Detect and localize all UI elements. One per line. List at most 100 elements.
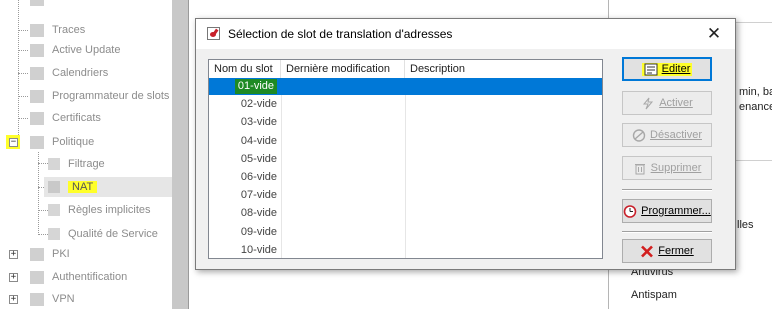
dialog-titlebar[interactable]: Sélection de slot de translation d'adres…: [196, 19, 735, 49]
slot-name: 01-vide: [234, 79, 277, 94]
tree-item-calendriers[interactable]: Calendriers: [30, 63, 108, 83]
description-cell: [409, 242, 599, 258]
close-icon[interactable]: ✕: [701, 23, 727, 45]
activate-button[interactable]: Activer: [622, 91, 712, 115]
slot-name: 04-vide: [240, 134, 277, 147]
schedule-button[interactable]: Programmer...: [622, 199, 712, 223]
last-modified-cell: [285, 114, 403, 131]
tree-item-certificats[interactable]: Certificats: [30, 108, 101, 128]
slot-name-cell: 02-vide: [209, 96, 281, 113]
slot-name-cell: 04-vide: [209, 133, 281, 150]
tree-item-traces[interactable]: Traces: [30, 20, 85, 40]
slot-name-cell: 03-vide: [209, 114, 281, 131]
tree-item-politique[interactable]: Politique: [30, 132, 94, 152]
table-row[interactable]: 03-vide: [209, 114, 602, 131]
last-modified-cell: [285, 205, 403, 222]
table-row[interactable]: 06-vide: [209, 169, 602, 186]
filter-icon: [48, 158, 60, 170]
table-row[interactable]: 02-vide: [209, 96, 602, 113]
last-modified-cell: [285, 169, 403, 186]
slot-selection-dialog: Sélection de slot de translation d'adres…: [195, 18, 736, 270]
tree-item-regles-implicites[interactable]: Règles implicites: [48, 200, 151, 220]
qos-icon: [48, 228, 60, 240]
app-icon: [207, 27, 220, 40]
right-panel-text: lles: [737, 219, 754, 231]
description-cell: [409, 151, 599, 168]
tree-item-pki[interactable]: PKI: [30, 244, 70, 264]
folder-icon: [30, 89, 44, 103]
list-header: Nom du slot Dernière modification Descri…: [209, 60, 602, 78]
tree-connector: [38, 152, 39, 235]
column-header-slot-name[interactable]: Nom du slot: [209, 60, 281, 78]
tree-connector: [38, 234, 48, 235]
deactivate-icon: [632, 128, 646, 142]
slot-name-cell: 07-vide: [209, 187, 281, 204]
slot-name-cell: 08-vide: [209, 205, 281, 222]
expand-icon[interactable]: +: [9, 250, 18, 259]
tree-item-nat[interactable]: NAT: [48, 177, 98, 197]
slot-list[interactable]: Nom du slot Dernière modification Descri…: [208, 59, 603, 259]
table-row[interactable]: 04-vide: [209, 133, 602, 150]
table-row[interactable]: 05-vide: [209, 151, 602, 168]
description-cell: [409, 224, 599, 241]
last-modified-cell: [285, 242, 403, 258]
folder-icon: [30, 135, 44, 149]
last-modified-cell: [285, 78, 403, 95]
tree-connector: [18, 30, 28, 31]
last-modified-cell: [285, 151, 403, 168]
nat-icon: [48, 181, 60, 193]
edit-button[interactable]: Editer: [622, 57, 712, 81]
right-panel-text: enance,: [739, 101, 772, 113]
tree-connector: [38, 163, 48, 164]
activate-icon: [641, 97, 655, 110]
tree-scrollbar[interactable]: [172, 0, 188, 309]
deactivate-button[interactable]: Désactiver: [622, 123, 712, 147]
folder-icon: [30, 23, 44, 37]
table-row[interactable]: 09-vide: [209, 224, 602, 241]
slot-name: 03-vide: [240, 116, 277, 129]
close-button[interactable]: Fermer: [622, 239, 712, 263]
description-cell: [409, 187, 599, 204]
slot-name: 07-vide: [240, 189, 277, 202]
description-cell: [409, 114, 599, 131]
folder-icon: [30, 270, 44, 284]
antispam-label: Antispam: [631, 289, 677, 301]
tree-item-vpn[interactable]: VPN: [30, 289, 75, 309]
tree-item-authentification[interactable]: Authentification: [30, 267, 127, 287]
table-row[interactable]: 01-vide: [209, 78, 602, 95]
tree-item-filtrage[interactable]: Filtrage: [48, 154, 105, 174]
folder-icon: [30, 292, 44, 306]
description-cell: [409, 96, 599, 113]
table-row[interactable]: 08-vide: [209, 205, 602, 222]
column-header-last-modified[interactable]: Dernière modification: [281, 60, 405, 78]
last-modified-cell: [285, 187, 403, 204]
table-row[interactable]: 07-vide: [209, 187, 602, 204]
expand-icon[interactable]: +: [9, 295, 18, 304]
tree-item-qualite-service[interactable]: Qualité de Service: [48, 224, 158, 244]
button-separator: [622, 231, 712, 233]
description-cell: [409, 205, 599, 222]
folder-icon: [30, 43, 44, 57]
edit-icon: [644, 63, 658, 76]
folder-icon: [30, 0, 44, 6]
tree-item-active-update[interactable]: Active Update: [30, 40, 120, 60]
slot-name-cell: 09-vide: [209, 224, 281, 241]
expand-icon[interactable]: +: [9, 273, 18, 282]
slot-name: 09-vide: [240, 225, 277, 238]
last-modified-cell: [285, 96, 403, 113]
folder-icon: [30, 66, 44, 80]
description-cell: [409, 133, 599, 150]
collapse-icon[interactable]: −: [9, 138, 18, 147]
tree-connector: [18, 50, 28, 51]
folder-icon: [30, 247, 44, 261]
rules-icon: [48, 204, 60, 216]
trash-icon: [633, 162, 647, 175]
tree-item-programmateur[interactable]: Programmateur de slots: [30, 86, 169, 106]
slot-name-cell: 10-vide: [209, 242, 281, 258]
description-cell: [409, 78, 599, 95]
delete-button[interactable]: Supprimer: [622, 156, 712, 180]
table-row[interactable]: 10-vide: [209, 242, 602, 258]
close-x-icon: [640, 245, 654, 258]
slot-name-cell: 05-vide: [209, 151, 281, 168]
column-header-description[interactable]: Description: [405, 60, 602, 78]
